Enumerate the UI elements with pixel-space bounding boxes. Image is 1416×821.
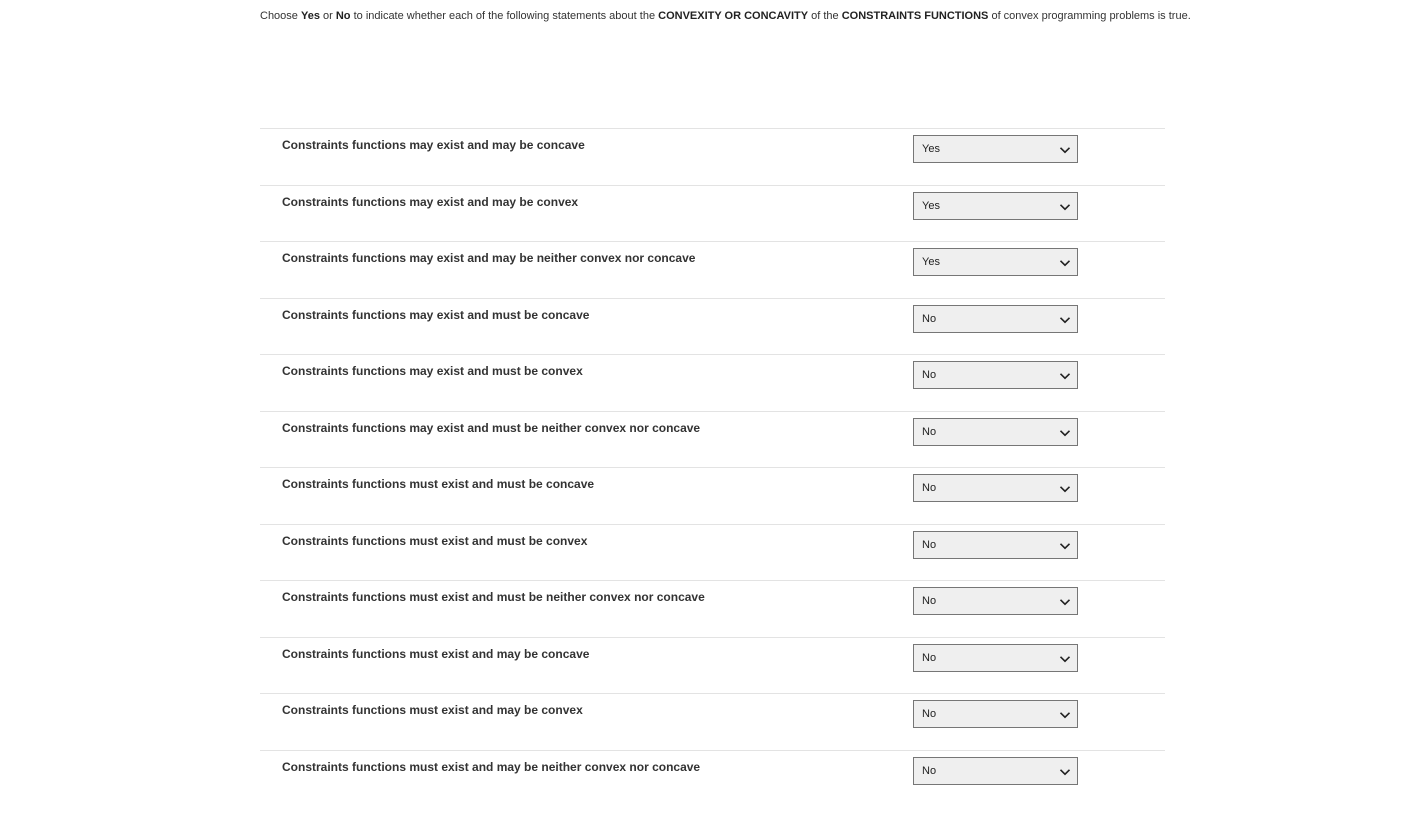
dropdown-selected-value: No <box>922 312 937 325</box>
question-row: Constraints functions may exist and must… <box>260 410 1165 468</box>
question-list: Constraints functions may exist and may … <box>260 128 1165 806</box>
dropdown-selected-value: No <box>922 369 937 381</box>
chevron-down-icon <box>1059 373 1071 380</box>
chevron-down-icon <box>1059 599 1071 606</box>
chevron-down-icon <box>1059 429 1071 436</box>
dropdown-selected-value: No <box>922 425 937 438</box>
question-label: Constraints functions must exist and mus… <box>282 590 705 604</box>
dropdown-selected-value: No <box>922 651 937 664</box>
answer-dropdown[interactable]: No <box>913 700 1078 728</box>
question-label: Constraints functions must exist and may… <box>282 646 590 661</box>
dropdown-selected-value: Yes <box>922 256 940 268</box>
question-label: Constraints functions must exist and may… <box>282 703 583 717</box>
question-row: Constraints functions must exist and may… <box>260 636 1165 694</box>
chevron-down-icon <box>1059 147 1071 154</box>
question-row: Constraints functions must exist and mus… <box>260 580 1165 637</box>
instructions-text: Choose Yes or No to indicate whether eac… <box>260 9 1260 23</box>
dropdown-selected-value: No <box>922 708 937 720</box>
question-row: Constraints functions must exist and mus… <box>260 523 1165 581</box>
chevron-down-icon <box>1059 486 1071 493</box>
dropdown-selected-value: Yes <box>922 199 940 212</box>
question-row: Constraints functions must exist and mus… <box>260 467 1165 524</box>
question-label: Constraints functions may exist and may … <box>282 138 585 152</box>
instructions-yes: Yes <box>300 10 320 22</box>
dropdown-selected-value: No <box>922 538 937 551</box>
answer-dropdown[interactable]: No <box>913 643 1078 672</box>
instructions-part: to indicate whether each of the followin… <box>350 10 659 22</box>
question-row: Constraints functions may exist and may … <box>260 128 1165 185</box>
answer-dropdown[interactable]: No <box>913 756 1078 785</box>
question-label: Constraints functions may exist and must… <box>282 307 590 322</box>
chevron-down-icon <box>1059 712 1071 719</box>
instructions-part: or <box>319 10 336 22</box>
question-row: Constraints functions may exist and must… <box>260 354 1165 411</box>
dropdown-selected-value: No <box>922 764 937 777</box>
chevron-down-icon <box>1059 203 1071 210</box>
question-row: Constraints functions may exist and must… <box>260 297 1165 355</box>
instructions-part: of convex programming problems is true. <box>988 10 1191 22</box>
instructions-no: No <box>335 10 351 22</box>
question-row: Constraints functions must exist and may… <box>260 693 1165 750</box>
answer-dropdown[interactable]: No <box>913 530 1078 559</box>
answer-dropdown[interactable]: No <box>913 587 1078 615</box>
answer-dropdown[interactable]: No <box>913 304 1078 333</box>
dropdown-selected-value: No <box>922 595 937 607</box>
chevron-down-icon <box>1059 260 1071 267</box>
answer-dropdown[interactable]: Yes <box>913 248 1078 276</box>
question-label: Constraints functions must exist and mus… <box>282 533 588 548</box>
answer-dropdown[interactable]: Yes <box>913 135 1078 163</box>
answer-dropdown[interactable]: Yes <box>913 191 1078 220</box>
chevron-down-icon <box>1059 542 1071 549</box>
instructions-subject: CONSTRAINTS FUNCTIONS <box>841 10 989 22</box>
question-row: Constraints functions may exist and may … <box>260 241 1165 298</box>
chevron-down-icon <box>1059 655 1071 662</box>
answer-dropdown[interactable]: No <box>913 361 1078 389</box>
answer-dropdown[interactable]: No <box>913 474 1078 502</box>
question-row: Constraints functions may exist and may … <box>260 184 1165 242</box>
dropdown-selected-value: Yes <box>922 143 940 155</box>
instructions-part: of the <box>808 10 842 22</box>
question-label: Constraints functions may exist and may … <box>282 251 696 265</box>
question-row: Constraints functions must exist and may… <box>260 749 1165 807</box>
instructions-part: Choose <box>260 10 301 22</box>
question-label: Constraints functions must exist and mus… <box>282 477 595 491</box>
question-label: Constraints functions may exist and may … <box>282 194 579 209</box>
dropdown-selected-value: No <box>922 482 937 494</box>
chevron-down-icon <box>1059 768 1071 775</box>
chevron-down-icon <box>1059 316 1071 323</box>
question-label: Constraints functions must exist and may… <box>282 759 701 774</box>
question-label: Constraints functions may exist and must… <box>282 364 583 378</box>
question-label: Constraints functions may exist and must… <box>282 420 701 435</box>
instructions-topic: CONVEXITY OR CONCAVITY <box>658 10 809 22</box>
answer-dropdown[interactable]: No <box>913 417 1078 446</box>
